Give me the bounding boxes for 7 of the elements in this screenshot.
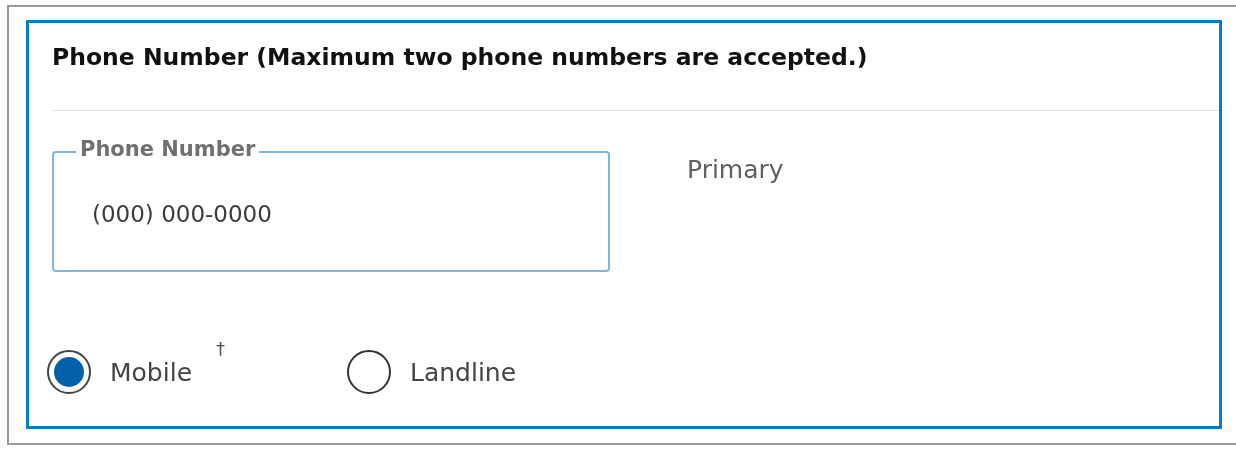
primary-label: Primary	[687, 155, 784, 184]
radio-button[interactable]	[347, 350, 391, 394]
radio-button[interactable]	[47, 350, 91, 394]
footnote-mark: †	[216, 338, 225, 359]
radio-label[interactable]: Landline	[410, 357, 517, 387]
section-title: Phone Number (Maximum two phone numbers are accepted.)	[52, 42, 869, 73]
radio-label[interactable]: Mobile	[110, 357, 192, 387]
